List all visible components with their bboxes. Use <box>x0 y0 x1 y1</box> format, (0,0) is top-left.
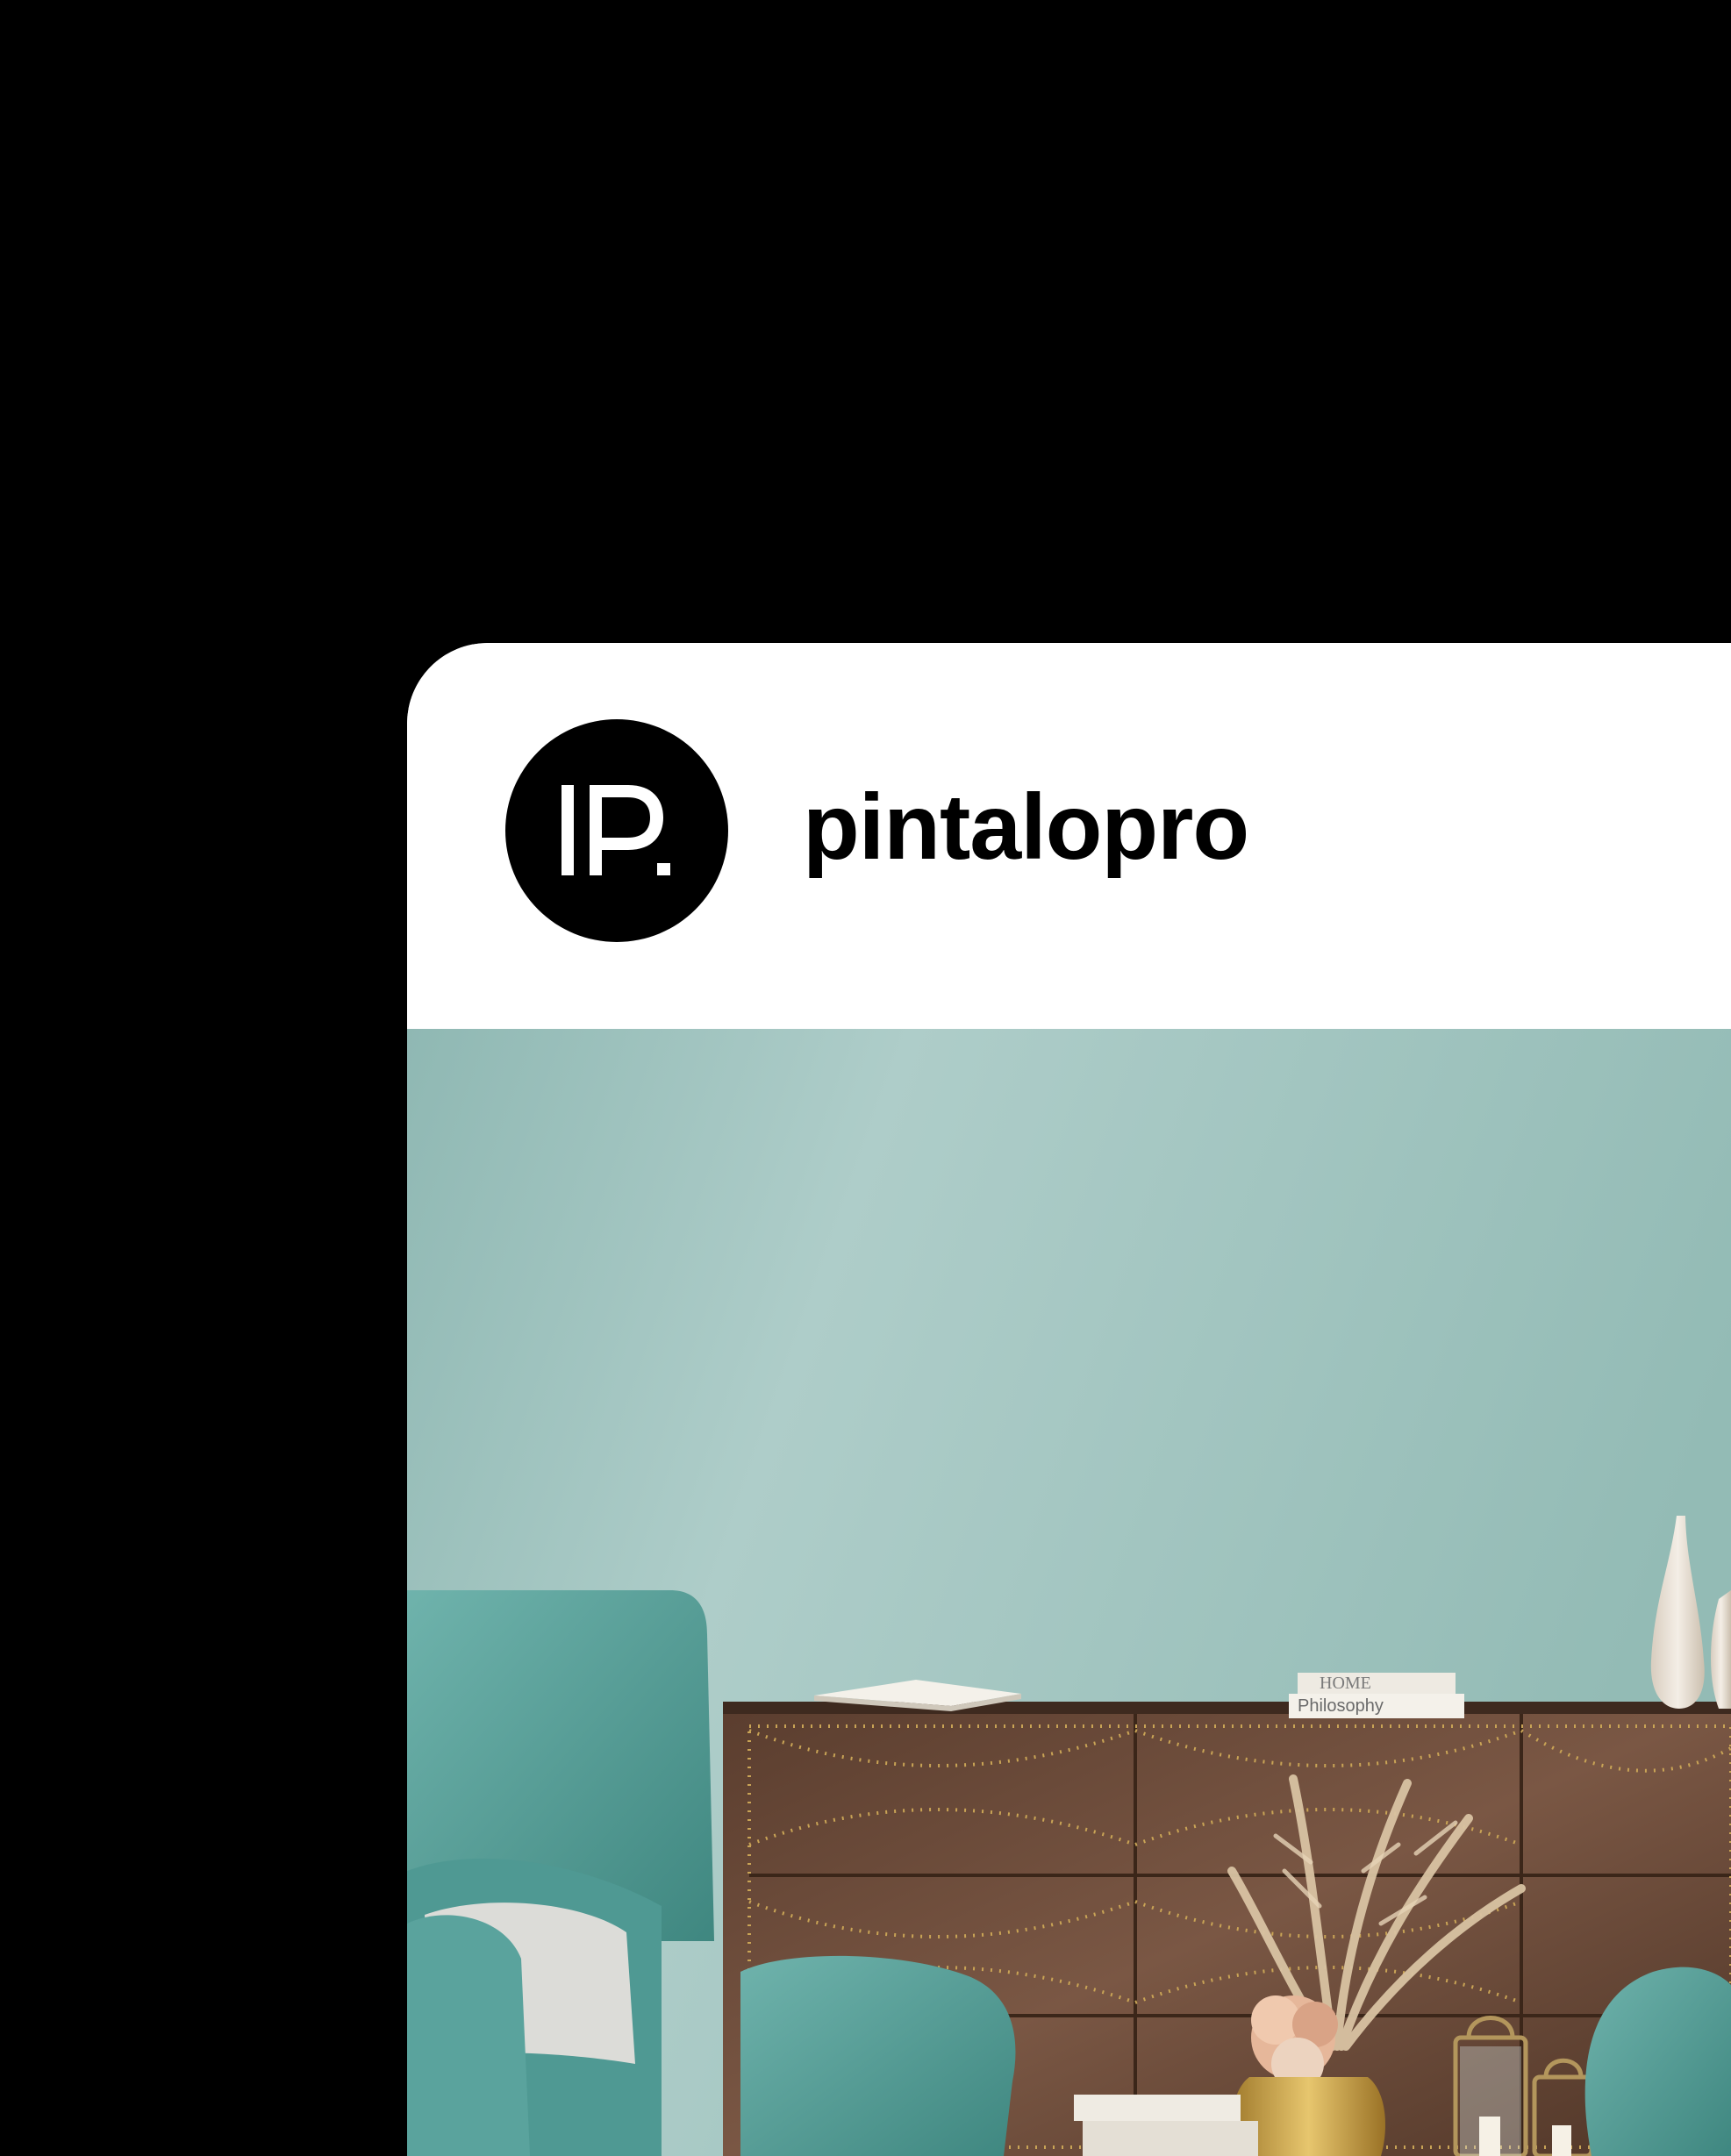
living-room-photo: HOME Philosophy <box>407 1029 1731 2156</box>
book-spine-top: HOME <box>1320 1674 1371 1693</box>
profile-username[interactable]: pintalopro <box>803 775 1249 880</box>
post-card: pintalopro HOME Philosophy <box>407 643 1731 2156</box>
avatar[interactable] <box>505 719 728 942</box>
pintalopro-logo-icon <box>562 785 670 875</box>
post-header: pintalopro <box>407 643 1731 1029</box>
book-spine-bottom: Philosophy <box>1298 1696 1384 1716</box>
post-image[interactable]: HOME Philosophy <box>407 1029 1731 2156</box>
